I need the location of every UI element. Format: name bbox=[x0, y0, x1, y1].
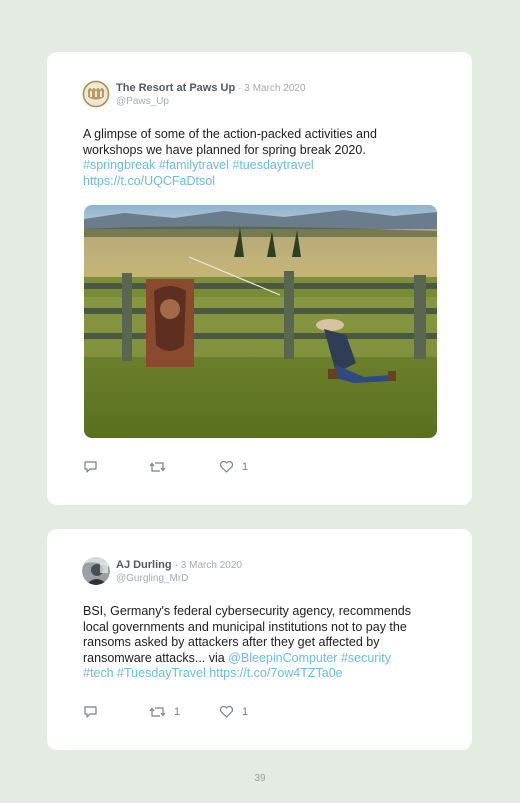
tweet-text-line: ransoms asked by attackers after they ge… bbox=[83, 635, 380, 649]
heart-icon bbox=[219, 460, 234, 473]
tweet-header: The Resort at Paws Up · 3 March 2020 @Pa… bbox=[82, 80, 452, 110]
tweet-actions: 1 bbox=[83, 460, 383, 478]
tweet-text-line: #tech #TuesdayTravel https://t.co/7ow4TZ… bbox=[83, 666, 453, 682]
tweet-url-link[interactable]: https://t.co/UQCFaDtsol bbox=[83, 174, 448, 190]
resort-logo-icon bbox=[82, 80, 110, 108]
tweet-card: AJ Durling · 3 March 2020 @Gurgling_MrD … bbox=[47, 529, 472, 750]
tweet-header: AJ Durling · 3 March 2020 @Gurgling_MrD bbox=[82, 557, 452, 587]
tweet-actions: 1 1 bbox=[83, 705, 383, 723]
like-button[interactable]: 1 bbox=[219, 705, 248, 719]
author-name[interactable]: AJ Durling bbox=[116, 559, 172, 571]
tweet-text-segment: ransomware attacks... via bbox=[83, 650, 229, 665]
avatar[interactable] bbox=[82, 80, 110, 108]
retweet-button[interactable] bbox=[149, 460, 174, 474]
archery-photo bbox=[84, 205, 437, 438]
tweet-text: BSI, Germany's federal cybersecurity age… bbox=[83, 604, 453, 682]
tweet-text-line: ransomware attacks... via @BleepinComput… bbox=[83, 651, 453, 667]
reply-button[interactable] bbox=[83, 460, 106, 474]
tweet-text-line: workshops we have planned for spring bre… bbox=[83, 142, 366, 157]
retweet-count: 1 bbox=[174, 706, 181, 718]
hashtag-links[interactable]: #springbreak #familytravel #tuesdaytrave… bbox=[83, 158, 448, 174]
tweet-url-link[interactable]: https://t.co/7ow4TZTa0e bbox=[206, 666, 342, 680]
retweet-icon bbox=[149, 707, 166, 717]
tweet-card: The Resort at Paws Up · 3 March 2020 @Pa… bbox=[47, 52, 472, 505]
retweet-button[interactable]: 1 bbox=[149, 705, 180, 719]
author-handle[interactable]: @Gurgling_MrD bbox=[116, 573, 188, 584]
page-number: 39 bbox=[254, 773, 266, 784]
reply-icon bbox=[84, 706, 97, 718]
like-count: 1 bbox=[242, 706, 249, 718]
hashtag-links[interactable]: #tech #TuesdayTravel bbox=[83, 666, 206, 680]
tweet-date: · 3 March 2020 bbox=[174, 560, 242, 571]
tweet-text: A glimpse of some of the action-packed a… bbox=[83, 127, 448, 189]
retweet-icon bbox=[149, 462, 166, 472]
tweet-photo[interactable] bbox=[84, 205, 437, 438]
tweet-text-line: BSI, Germany's federal cybersecurity age… bbox=[83, 604, 411, 618]
like-count: 1 bbox=[242, 461, 249, 473]
mention-links[interactable]: @BleepinComputer #security bbox=[228, 651, 391, 665]
like-button[interactable]: 1 bbox=[219, 460, 248, 474]
tweet-text-line: A glimpse of some of the action-packed a… bbox=[83, 127, 377, 141]
author-name[interactable]: The Resort at Paws Up bbox=[116, 82, 235, 94]
tweet-date: · 3 March 2020 bbox=[238, 83, 306, 94]
profile-photo bbox=[82, 557, 110, 585]
tweet-text-line: local governments and municipal institut… bbox=[83, 619, 407, 634]
avatar[interactable] bbox=[82, 557, 110, 585]
heart-icon bbox=[219, 705, 234, 718]
reply-icon bbox=[84, 461, 97, 473]
author-handle[interactable]: @Paws_Up bbox=[116, 96, 169, 107]
reply-button[interactable] bbox=[83, 705, 106, 719]
